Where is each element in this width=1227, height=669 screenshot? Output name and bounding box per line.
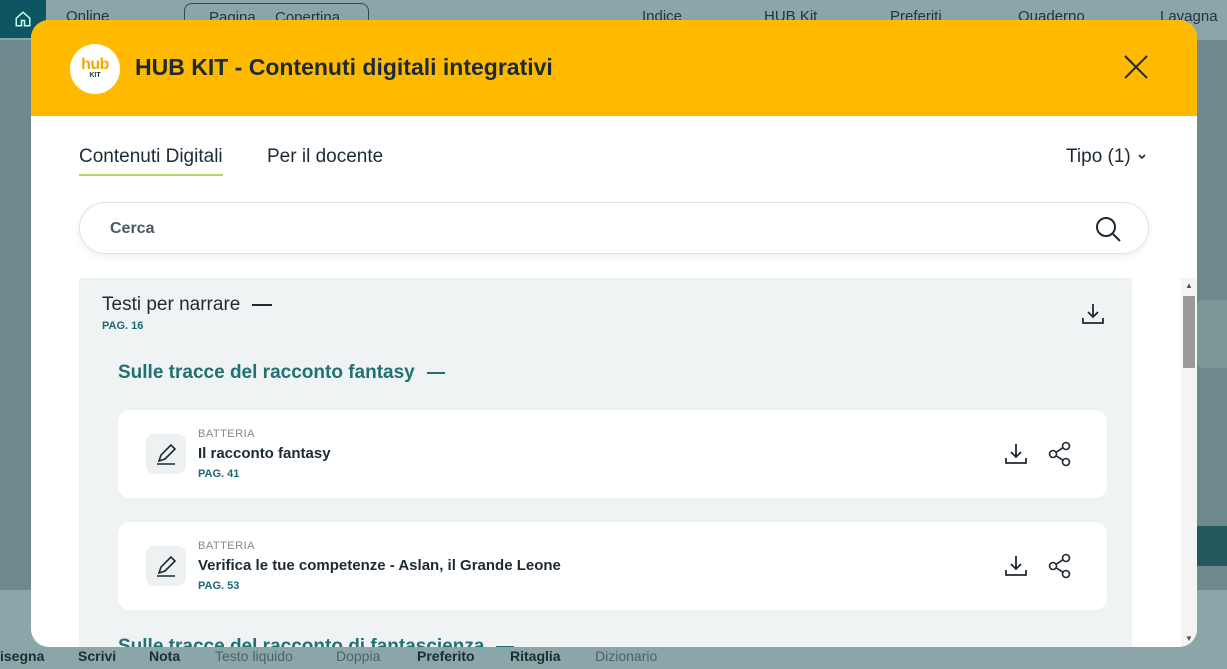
subsection-title-text: Sulle tracce del racconto fantasy [118, 362, 415, 383]
tool-disegna[interactable]: isegna [0, 648, 44, 664]
chevron-down-icon [1138, 154, 1146, 160]
search-icon[interactable] [1094, 215, 1122, 243]
content-list: Testi per narrare PAG. 16 Sulle tracce d… [79, 278, 1132, 647]
filter-tipo-label: Tipo (1) [1066, 146, 1131, 167]
tool-scrivi[interactable]: Scrivi [78, 648, 116, 664]
share-icon[interactable] [1046, 440, 1074, 468]
share-icon[interactable] [1046, 552, 1074, 580]
download-icon[interactable] [1002, 440, 1030, 468]
close-icon[interactable] [1119, 50, 1153, 84]
scroll-down-icon[interactable]: ▼ [1185, 634, 1193, 643]
collapse-icon [252, 303, 273, 306]
expand-toggle[interactable] [1195, 526, 1227, 566]
tool-nota[interactable]: Nota [149, 648, 180, 664]
tab-per-il-docente[interactable]: Per il docente [267, 146, 383, 168]
pencil-icon [146, 546, 186, 586]
home-icon [15, 11, 31, 27]
tool-ritaglia[interactable]: Ritaglia [510, 648, 561, 664]
modal-title: HUB KIT - Contenuti digitali integrativi [135, 54, 553, 80]
item-kind: BATTERIA [198, 428, 255, 440]
item-title: Il racconto fantasy [198, 445, 331, 462]
search-bar [79, 202, 1149, 254]
item-title: Verifica le tue competenze - Aslan, il G… [198, 557, 561, 574]
download-icon[interactable] [1079, 300, 1107, 328]
modal-header: hub KIT HUB KIT - Contenuti digitali int… [31, 20, 1197, 116]
item-page: PAG. 41 [198, 468, 240, 480]
pencil-icon [146, 434, 186, 474]
tab-contenuti-digitali[interactable]: Contenuti Digitali [79, 146, 223, 176]
logo-sub: KIT [89, 72, 101, 79]
tool-testo-liquido[interactable]: Testo liquido [215, 648, 293, 664]
subsection-title[interactable]: Sulle tracce del racconto fantasy [118, 362, 445, 384]
tool-dizionario[interactable]: Dizionario [595, 648, 657, 664]
scrollbar[interactable]: ▲ ▼ [1181, 278, 1197, 647]
hubkit-modal: hub KIT HUB KIT - Contenuti digitali int… [31, 20, 1197, 647]
tool-doppia[interactable]: Doppia [336, 648, 380, 664]
next-page-button[interactable] [1195, 300, 1227, 368]
download-icon[interactable] [1002, 552, 1030, 580]
search-input[interactable] [110, 217, 1060, 241]
item-page: PAG. 53 [198, 580, 240, 592]
list-item[interactable]: BATTERIA Verifica le tue competenze - As… [118, 522, 1107, 610]
scroll-up-icon[interactable]: ▲ [1185, 281, 1193, 290]
section-page: PAG. 16 [102, 320, 144, 332]
collapse-icon [496, 645, 515, 647]
section-title[interactable]: Testi per narrare [102, 294, 273, 316]
hubkit-logo: hub KIT [70, 44, 120, 94]
subsection-title[interactable]: Sulle tracce del racconto di fantascienz… [118, 636, 515, 647]
scroll-thumb[interactable] [1183, 296, 1195, 368]
filter-tipo-dropdown[interactable]: Tipo (1) [1066, 146, 1147, 168]
tool-preferito[interactable]: Preferito [417, 648, 475, 664]
list-item[interactable]: BATTERIA Il racconto fantasy PAG. 41 [118, 410, 1107, 498]
collapse-icon [426, 371, 445, 374]
section-title-text: Testi per narrare [102, 294, 241, 315]
item-kind: BATTERIA [198, 540, 255, 552]
subsection-title-text: Sulle tracce del racconto di fantascienz… [118, 636, 485, 647]
logo-text: hub [81, 56, 109, 73]
